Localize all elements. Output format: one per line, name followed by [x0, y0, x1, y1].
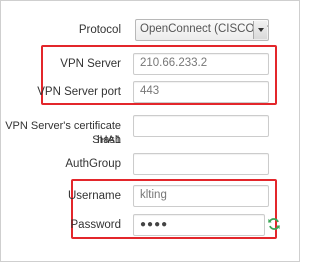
protocol-select[interactable]: OpenConnect (CISCO AnyConnect) [135, 19, 269, 41]
settings-panel: Protocol OpenConnect (CISCO AnyConnect) … [0, 0, 300, 262]
refresh-icon[interactable] [267, 217, 281, 231]
username-input[interactable]: klting [133, 185, 269, 207]
vpn-server-label: VPN Server [60, 58, 121, 70]
username-label: Username [67, 190, 121, 202]
vpn-server-input[interactable]: 210.66.233.2 [133, 53, 269, 75]
vpn-server-port-value: 443 [140, 85, 160, 97]
auth-group-label: AuthGroup [65, 158, 121, 170]
cert-hash-input[interactable] [133, 115, 269, 137]
vpn-server-value: 210.66.233.2 [140, 57, 208, 69]
cert-hash-label-line2: hash [97, 134, 121, 146]
password-input[interactable]: ●●●● [133, 214, 265, 236]
username-value: klting [140, 189, 167, 201]
vpn-server-port-input[interactable]: 443 [133, 81, 269, 103]
auth-group-input[interactable] [133, 153, 269, 175]
chevron-down-icon[interactable] [253, 21, 267, 39]
protocol-select-value: OpenConnect (CISCO AnyConnect) [140, 23, 268, 35]
password-label: Password [70, 219, 122, 231]
protocol-label: Protocol [78, 24, 121, 36]
password-value: ●●●● [140, 219, 169, 230]
vpn-server-port-label: VPN Server port [37, 86, 121, 98]
